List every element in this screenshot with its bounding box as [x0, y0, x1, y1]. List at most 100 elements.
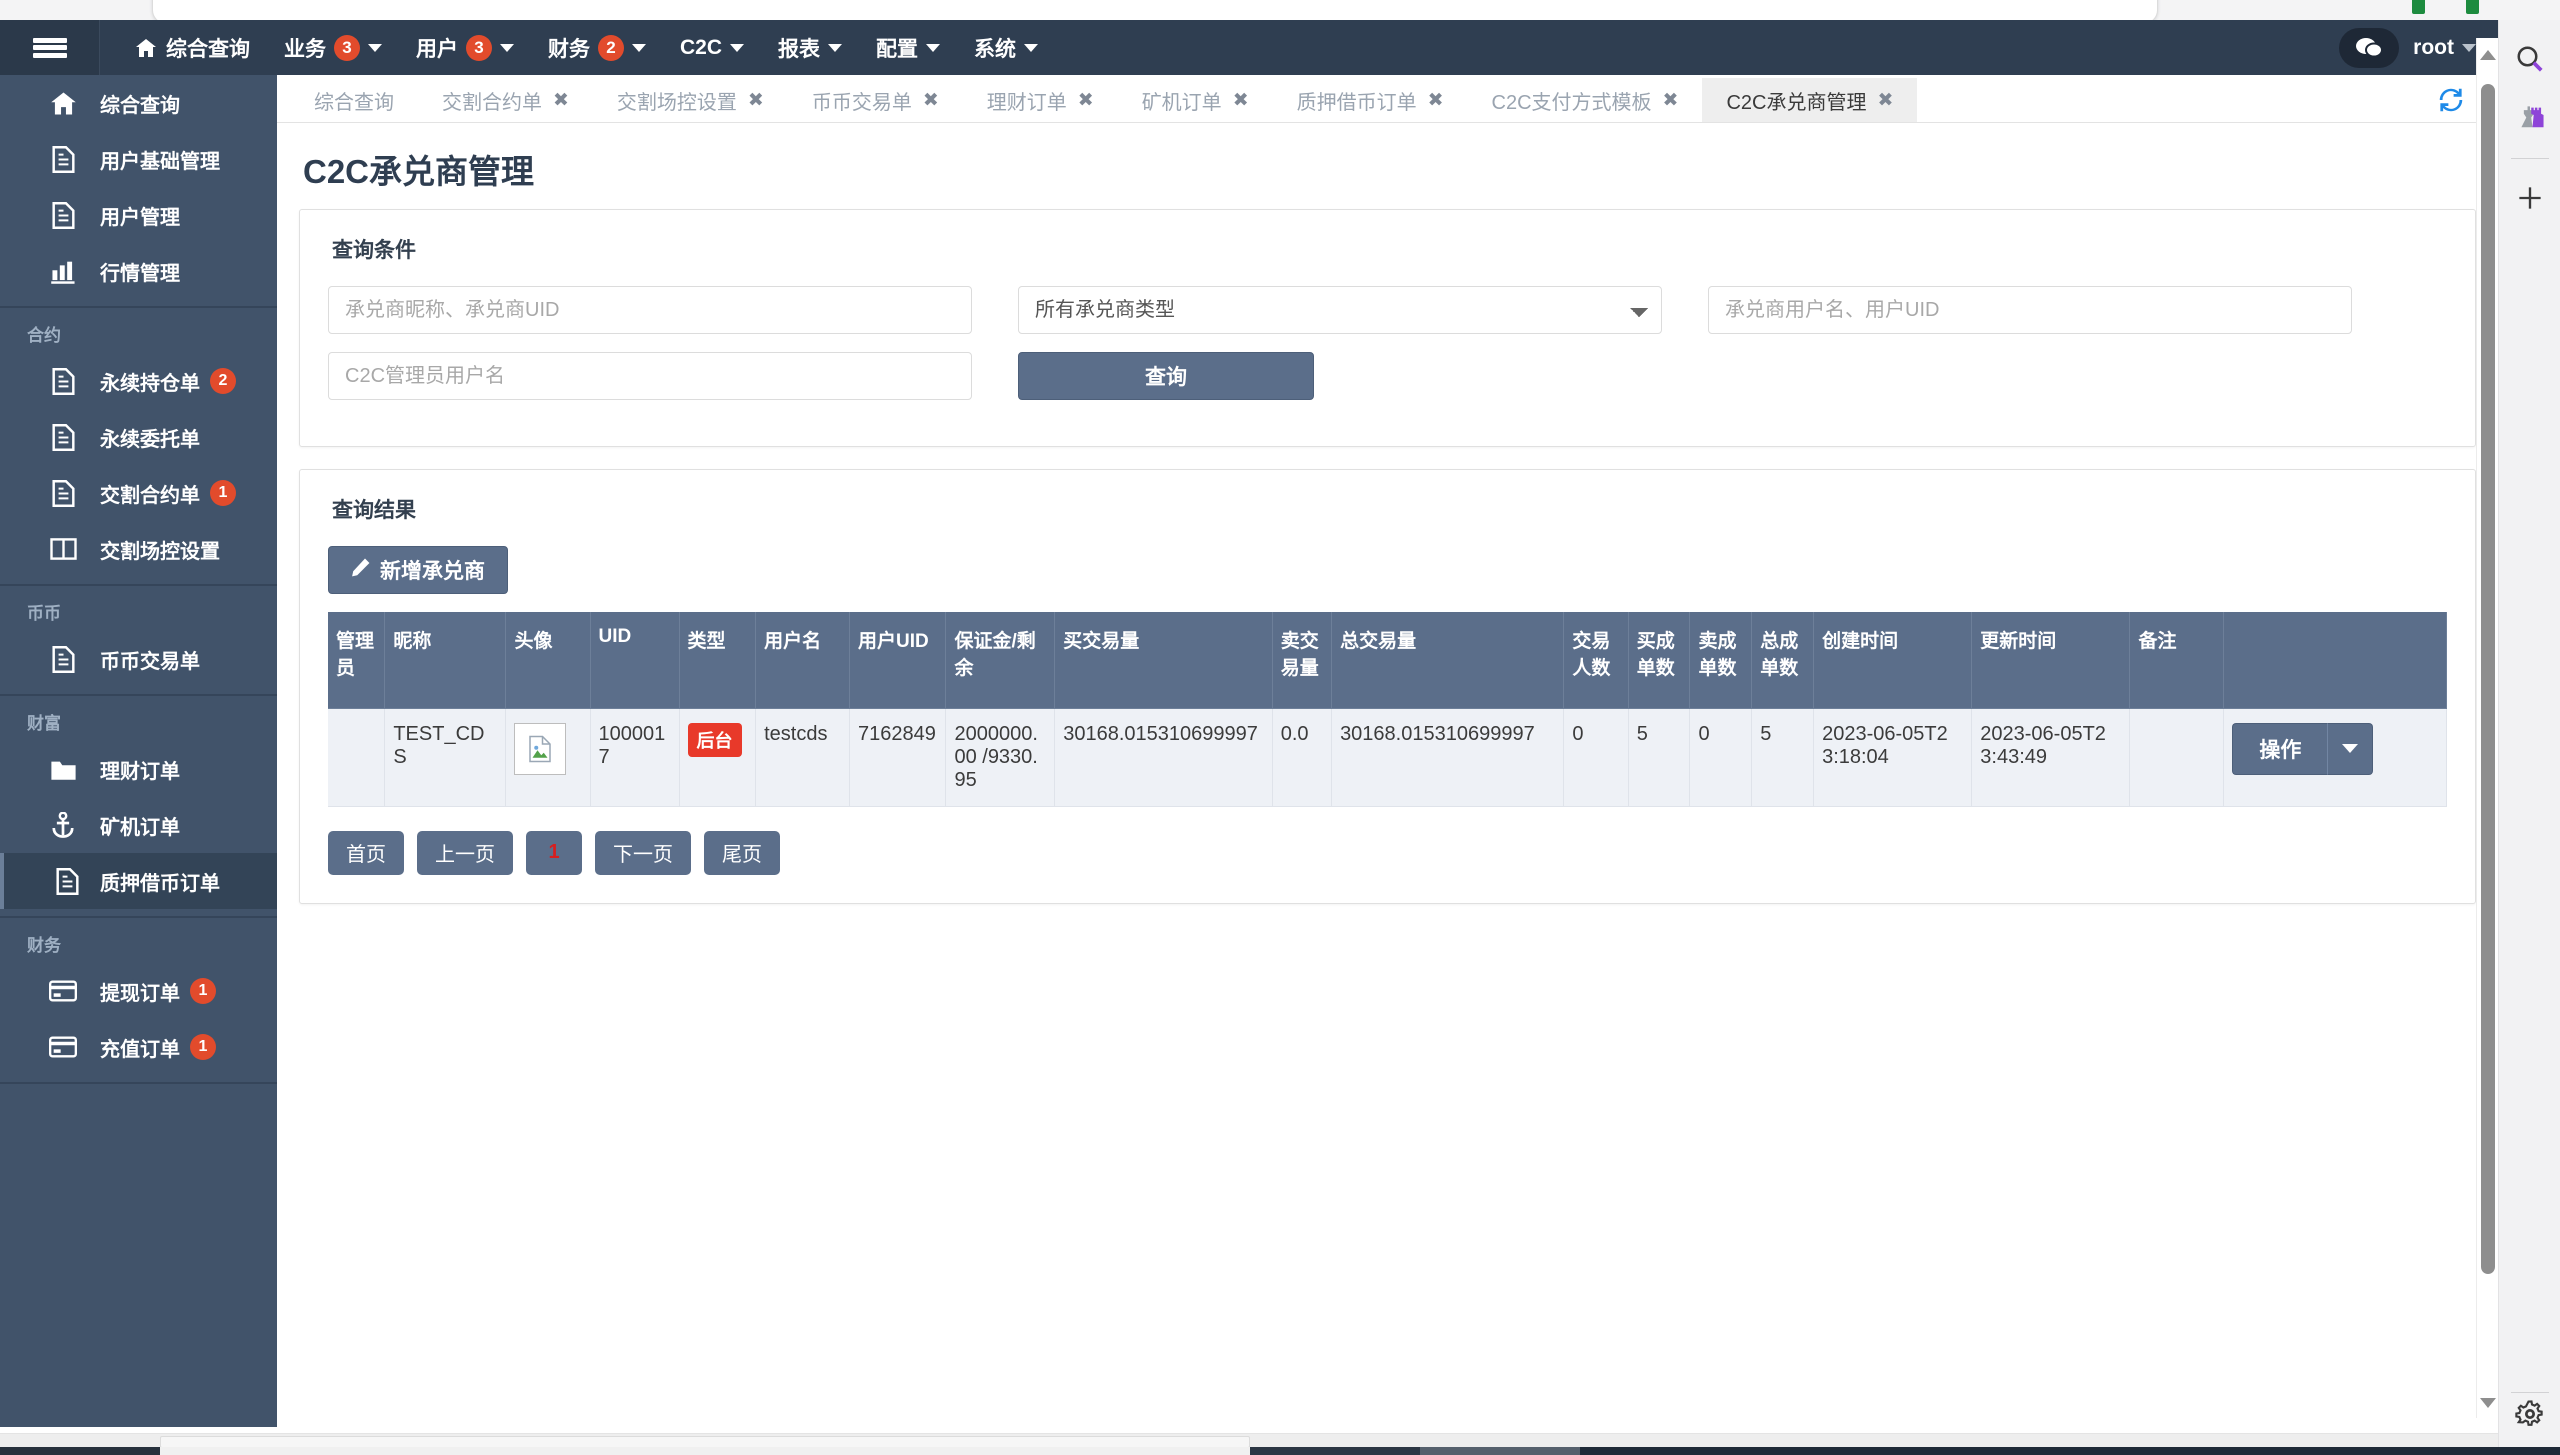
user-menu[interactable]: root	[2413, 36, 2476, 60]
sidebar-item-label: 理财订单	[100, 760, 180, 783]
sidebar-item-pledge-loan-orders[interactable]: 质押借币订单	[0, 853, 277, 909]
gear-icon[interactable]	[2513, 1397, 2547, 1431]
cell-username: testcds	[755, 708, 851, 807]
tab-pledge-loan-orders[interactable]: 质押借币订单 ✖	[1273, 78, 1468, 122]
action-button[interactable]: 操作	[2232, 722, 2328, 775]
pager-prev[interactable]: 上一页	[417, 830, 513, 875]
document-icon	[48, 366, 78, 396]
close-icon[interactable]: ✖	[923, 89, 939, 112]
close-icon[interactable]: ✖	[553, 89, 569, 112]
taskbar-segment	[1420, 1447, 1580, 1455]
cell-admin	[328, 708, 386, 807]
vertical-scrollbar[interactable]	[2476, 38, 2498, 1418]
sidebar-item-deposit-orders[interactable]: 充值订单 1	[0, 1019, 277, 1075]
tab-delivery-contract[interactable]: 交割合约单 ✖	[418, 78, 593, 122]
tab-c2c-payment-template[interactable]: C2C支付方式模板 ✖	[1468, 78, 1703, 122]
sidebar-group-title: 币币	[27, 604, 61, 623]
cell-total-orders: 5	[1751, 708, 1815, 807]
nav-item-c2c[interactable]: C2C	[663, 20, 761, 75]
search-icon[interactable]	[2513, 42, 2547, 76]
sidebar-item-delivery-contract[interactable]: 交割合约单 1	[0, 465, 277, 521]
admin-field-wrap	[328, 352, 972, 400]
sidebar-item-user-mgmt[interactable]: 用户管理	[0, 187, 277, 243]
cell-user-uid: 7162849	[849, 708, 947, 807]
tab-overview[interactable]: 综合查询	[290, 78, 418, 122]
sidebar-item-wealth-orders[interactable]: 理财订单	[0, 741, 277, 797]
refresh-icon[interactable]	[2436, 85, 2466, 120]
query-form-row-2: 查询	[328, 352, 2447, 400]
tab-c2c-merchant-mgmt[interactable]: C2C承兑商管理 ✖	[1702, 78, 1918, 122]
hamburger-menu-icon[interactable]	[0, 20, 100, 75]
sidebar-item-perp-orders[interactable]: 永续委托单	[0, 409, 277, 465]
pager-last[interactable]: 尾页	[704, 830, 780, 875]
vertical-scrollbar-thumb[interactable]	[2481, 84, 2495, 1274]
cell-total-volume: 30168.015310699997	[1331, 708, 1565, 807]
col-admin: 管理员	[328, 612, 386, 709]
tab-label: 交割合约单	[442, 91, 542, 114]
merchant-search-input[interactable]	[328, 286, 972, 334]
cell-buy-volume: 30168.015310699997	[1054, 708, 1273, 807]
pager-first[interactable]: 首页	[328, 830, 404, 875]
tab-delivery-control[interactable]: 交割场控设置 ✖	[593, 78, 788, 122]
col-created-at: 创建时间	[1813, 612, 1973, 709]
nav-item-user[interactable]: 用户 3	[399, 20, 531, 75]
pagination: 首页 上一页 1 下一页 尾页	[328, 830, 2447, 875]
close-icon[interactable]: ✖	[1233, 89, 1249, 112]
nav-item-finance[interactable]: 财务 2	[531, 20, 663, 75]
close-icon[interactable]: ✖	[1078, 89, 1094, 112]
sidebar-item-label: 充值订单	[100, 1038, 180, 1061]
plus-icon[interactable]	[2513, 181, 2547, 215]
caret-down-icon[interactable]	[2327, 722, 2374, 775]
cell-buy-orders: 5	[1628, 708, 1691, 807]
tab-spot-orders[interactable]: 币币交易单 ✖	[788, 78, 963, 122]
nav-item-label: 财务	[548, 37, 590, 61]
tab-label: 币币交易单	[811, 91, 912, 114]
user-field-wrap	[1708, 286, 2352, 334]
sidebar-group-contract: 合约 永续持仓单 2 永续委托单 交割合约单 1 交割场控设置	[0, 308, 277, 586]
add-merchant-button[interactable]: 新增承兑商	[328, 546, 508, 594]
close-icon[interactable]: ✖	[1428, 89, 1444, 112]
scroll-down-arrow-icon[interactable]	[2480, 1398, 2496, 1408]
nav-item-label: 报表	[778, 37, 821, 61]
close-icon[interactable]: ✖	[1663, 89, 1679, 112]
tab-wealth-orders[interactable]: 理财订单 ✖	[963, 78, 1118, 122]
close-icon[interactable]: ✖	[1877, 89, 1893, 112]
sidebar-item-spot-orders[interactable]: 币币交易单	[0, 631, 277, 687]
nav-item-config[interactable]: 配置	[859, 20, 957, 75]
tab-miner-orders[interactable]: 矿机订单 ✖	[1118, 78, 1273, 122]
document-icon	[48, 422, 78, 452]
chat-bubbles-icon[interactable]	[2339, 27, 2400, 68]
cell-sell-orders: 0	[1689, 708, 1753, 807]
top-navbar: 综合查询 业务 3 用户 3 财务 2 C2C 报表 配置 系统 root	[0, 20, 2498, 75]
tab-label: 矿机订单	[1141, 91, 1222, 114]
sidebar-item-user-base-mgmt[interactable]: 用户基础管理	[0, 131, 277, 187]
pager-current-page[interactable]: 1	[526, 830, 582, 875]
merchant-user-input[interactable]	[1708, 286, 2352, 334]
chevron-down-icon	[2462, 43, 2476, 52]
nav-item-report[interactable]: 报表	[761, 20, 859, 75]
merchants-table: 管理员 昵称 头像 UID 类型 用户名 用户UID 保证金/剩余 买交易量 卖…	[328, 612, 2447, 807]
sidebar-item-delivery-control[interactable]: 交割场控设置	[0, 521, 277, 577]
pager-next[interactable]: 下一页	[595, 830, 691, 875]
document-icon	[48, 144, 78, 174]
nav-item-overview[interactable]: 综合查询	[118, 20, 267, 75]
close-icon[interactable]: ✖	[748, 89, 764, 112]
nav-item-business[interactable]: 业务 3	[267, 20, 399, 75]
scroll-up-arrow-icon[interactable]	[2480, 50, 2496, 60]
sidebar-item-market-mgmt[interactable]: 行情管理	[0, 243, 277, 299]
merchant-type-select[interactable]: 所有承兑商类型	[1018, 286, 1662, 334]
chess-pieces-icon[interactable]	[2513, 98, 2547, 132]
sidebar-item-overview[interactable]: 综合查询	[0, 75, 277, 131]
tab-label: 综合查询	[314, 91, 394, 114]
table-row[interactable]: TEST_CDS 1000017 后台 testcds 7162849 2000…	[328, 708, 2447, 807]
tab-label: 理财订单	[986, 91, 1067, 114]
sidebar-item-miner-orders[interactable]: 矿机订单	[0, 797, 277, 853]
nav-item-system[interactable]: 系统	[957, 20, 1055, 75]
sidebar-item-perp-positions[interactable]: 永续持仓单 2	[0, 353, 277, 409]
sidebar-item-withdraw-orders[interactable]: 提现订单 1	[0, 963, 277, 1019]
tab-label: 质押借币订单	[1296, 91, 1417, 114]
c2c-admin-input[interactable]	[328, 352, 972, 400]
nav-badge: 3	[466, 34, 492, 61]
chevron-down-icon	[500, 43, 514, 52]
query-button[interactable]: 查询	[1018, 352, 1314, 400]
